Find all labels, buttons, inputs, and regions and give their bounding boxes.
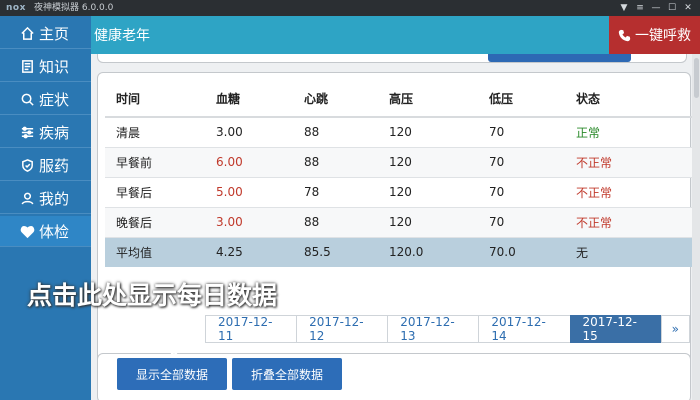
close-icon[interactable]: ✕ bbox=[680, 0, 696, 16]
col-systolic: 高压 bbox=[378, 81, 478, 118]
shield-icon bbox=[19, 157, 35, 173]
sidebar-item-label: 我的 bbox=[39, 189, 70, 208]
cell-systolic: 120 bbox=[378, 206, 478, 237]
sidebar-item-symptoms[interactable]: 症状 bbox=[0, 84, 91, 115]
sidebar-item-diseases[interactable]: 疾病 bbox=[0, 117, 91, 148]
page-date-2017-12-11[interactable]: 2017-12-11 bbox=[205, 315, 298, 343]
table-average-row: 平均值 4.25 85.5 120.0 70.0 无 bbox=[105, 236, 694, 267]
cell-time: 清晨 bbox=[105, 116, 205, 147]
sidebar-item-label: 症状 bbox=[39, 90, 70, 109]
phone-icon bbox=[618, 29, 631, 41]
show-all-data-button[interactable]: 显示全部数据 bbox=[117, 358, 227, 390]
cell-status: 不正常 bbox=[565, 146, 694, 177]
cell-status: 正常 bbox=[565, 116, 694, 147]
heart-icon bbox=[19, 223, 35, 239]
down-arrow-icon bbox=[164, 312, 184, 358]
emulator-titlebar: nox 夜神模拟器 6.0.0.0 ▼ ≡ — ☐ ✕ bbox=[0, 0, 700, 16]
sidebar-item-checkup[interactable]: 体检 bbox=[0, 216, 91, 247]
cell-status: 无 bbox=[565, 236, 694, 267]
cell-systolic: 120 bbox=[378, 176, 478, 207]
cell-diastolic: 70 bbox=[478, 206, 565, 237]
page-date-2017-12-14[interactable]: 2017-12-14 bbox=[478, 315, 571, 343]
sidebar-item-label: 服药 bbox=[39, 156, 70, 175]
sidebar-item-label: 体检 bbox=[39, 222, 70, 241]
col-blood-sugar: 血糖 bbox=[205, 81, 293, 118]
cell-heartbeat: 88 bbox=[293, 206, 378, 237]
collapse-all-data-button[interactable]: 折叠全部数据 bbox=[232, 358, 342, 390]
cell-diastolic: 70 bbox=[478, 146, 565, 177]
cell-diastolic: 70 bbox=[478, 176, 565, 207]
cell-blood-sugar: 4.25 bbox=[205, 236, 293, 267]
cell-heartbeat: 78 bbox=[293, 176, 378, 207]
menu-icon[interactable]: ≡ bbox=[632, 0, 648, 16]
nox-logo: nox bbox=[6, 3, 26, 13]
cell-systolic: 120 bbox=[378, 146, 478, 177]
sidebar-item-label: 主页 bbox=[39, 24, 70, 43]
cell-heartbeat: 88 bbox=[293, 146, 378, 177]
table-row: 早餐后 5.00 78 120 70 不正常 bbox=[105, 176, 694, 207]
table-row: 晚餐后 3.00 88 120 70 不正常 bbox=[105, 206, 694, 237]
home-icon bbox=[19, 25, 35, 41]
maximize-icon[interactable]: ☐ bbox=[664, 0, 680, 16]
cell-blood-sugar: 3.00 bbox=[205, 116, 293, 147]
book-icon bbox=[19, 58, 35, 74]
scrollbar-track[interactable] bbox=[692, 54, 700, 400]
sidebar: 主页 知识 症状 疾病 服药 我的 体检 bbox=[0, 16, 91, 400]
col-status: 状态 bbox=[565, 81, 694, 118]
cell-time: 晚餐后 bbox=[105, 206, 205, 237]
sidebar-item-label: 知识 bbox=[39, 57, 70, 76]
tutorial-annotation: 点击此处显示每日数据 bbox=[27, 281, 278, 310]
cell-heartbeat: 88 bbox=[293, 116, 378, 147]
scrollbar-thumb[interactable] bbox=[694, 58, 699, 98]
minimize-icon[interactable]: — bbox=[648, 0, 664, 16]
sidebar-item-home[interactable]: 主页 bbox=[0, 18, 91, 49]
date-pagination: 2017-12-11 2017-12-12 2017-12-13 2017-12… bbox=[205, 315, 690, 343]
window-title: 夜神模拟器 6.0.0.0 bbox=[34, 3, 114, 13]
cell-systolic: 120 bbox=[378, 116, 478, 147]
table-header-row: 时间 血糖 心跳 高压 低压 状态 bbox=[105, 81, 694, 118]
sidebar-item-knowledge[interactable]: 知识 bbox=[0, 51, 91, 82]
sliders-icon bbox=[19, 124, 35, 140]
health-data-table: 时间 血糖 心跳 高压 低压 状态 清晨 3.00 88 120 70 正常 早… bbox=[105, 81, 694, 267]
sidebar-item-label: 疾病 bbox=[39, 123, 70, 142]
cell-blood-sugar: 6.00 bbox=[205, 146, 293, 177]
page-date-2017-12-13[interactable]: 2017-12-13 bbox=[387, 315, 480, 343]
col-diastolic: 低压 bbox=[478, 81, 565, 118]
cell-time: 早餐后 bbox=[105, 176, 205, 207]
emergency-call-button[interactable]: 一键呼救 bbox=[609, 16, 700, 54]
cell-blood-sugar: 5.00 bbox=[205, 176, 293, 207]
daily-data-card: 时间 血糖 心跳 高压 低压 状态 清晨 3.00 88 120 70 正常 早… bbox=[97, 72, 694, 397]
cell-time: 早餐前 bbox=[105, 146, 205, 177]
page-date-2017-12-15[interactable]: 2017-12-15 bbox=[569, 315, 662, 343]
search-icon bbox=[19, 91, 35, 107]
table-row: 早餐前 6.00 88 120 70 不正常 bbox=[105, 146, 694, 177]
col-time: 时间 bbox=[105, 81, 205, 118]
sidebar-item-medication[interactable]: 服药 bbox=[0, 150, 91, 181]
emergency-call-label: 一键呼救 bbox=[635, 28, 691, 44]
app-header: 健康老年 一键呼救 bbox=[91, 16, 700, 54]
window-controls: ▼ ≡ — ☐ ✕ bbox=[616, 0, 696, 16]
cell-diastolic: 70 bbox=[478, 116, 565, 147]
page-date-2017-12-12[interactable]: 2017-12-12 bbox=[296, 315, 389, 343]
cell-time: 平均值 bbox=[105, 236, 205, 267]
cell-blood-sugar: 3.00 bbox=[205, 206, 293, 237]
cell-status: 不正常 bbox=[565, 176, 694, 207]
cell-systolic: 120.0 bbox=[378, 236, 478, 267]
sidebar-item-mine[interactable]: 我的 bbox=[0, 183, 91, 214]
cell-heartbeat: 85.5 bbox=[293, 236, 378, 267]
app-title: 健康老年 bbox=[94, 28, 150, 44]
cell-diastolic: 70.0 bbox=[478, 236, 565, 267]
page-next-button[interactable]: » bbox=[660, 315, 690, 343]
user-icon bbox=[19, 190, 35, 206]
table-row: 清晨 3.00 88 120 70 正常 bbox=[105, 116, 694, 147]
menu-arrow-icon[interactable]: ▼ bbox=[616, 0, 632, 16]
cell-status: 不正常 bbox=[565, 206, 694, 237]
col-heartbeat: 心跳 bbox=[293, 81, 378, 118]
previous-button-edge[interactable] bbox=[488, 54, 631, 62]
